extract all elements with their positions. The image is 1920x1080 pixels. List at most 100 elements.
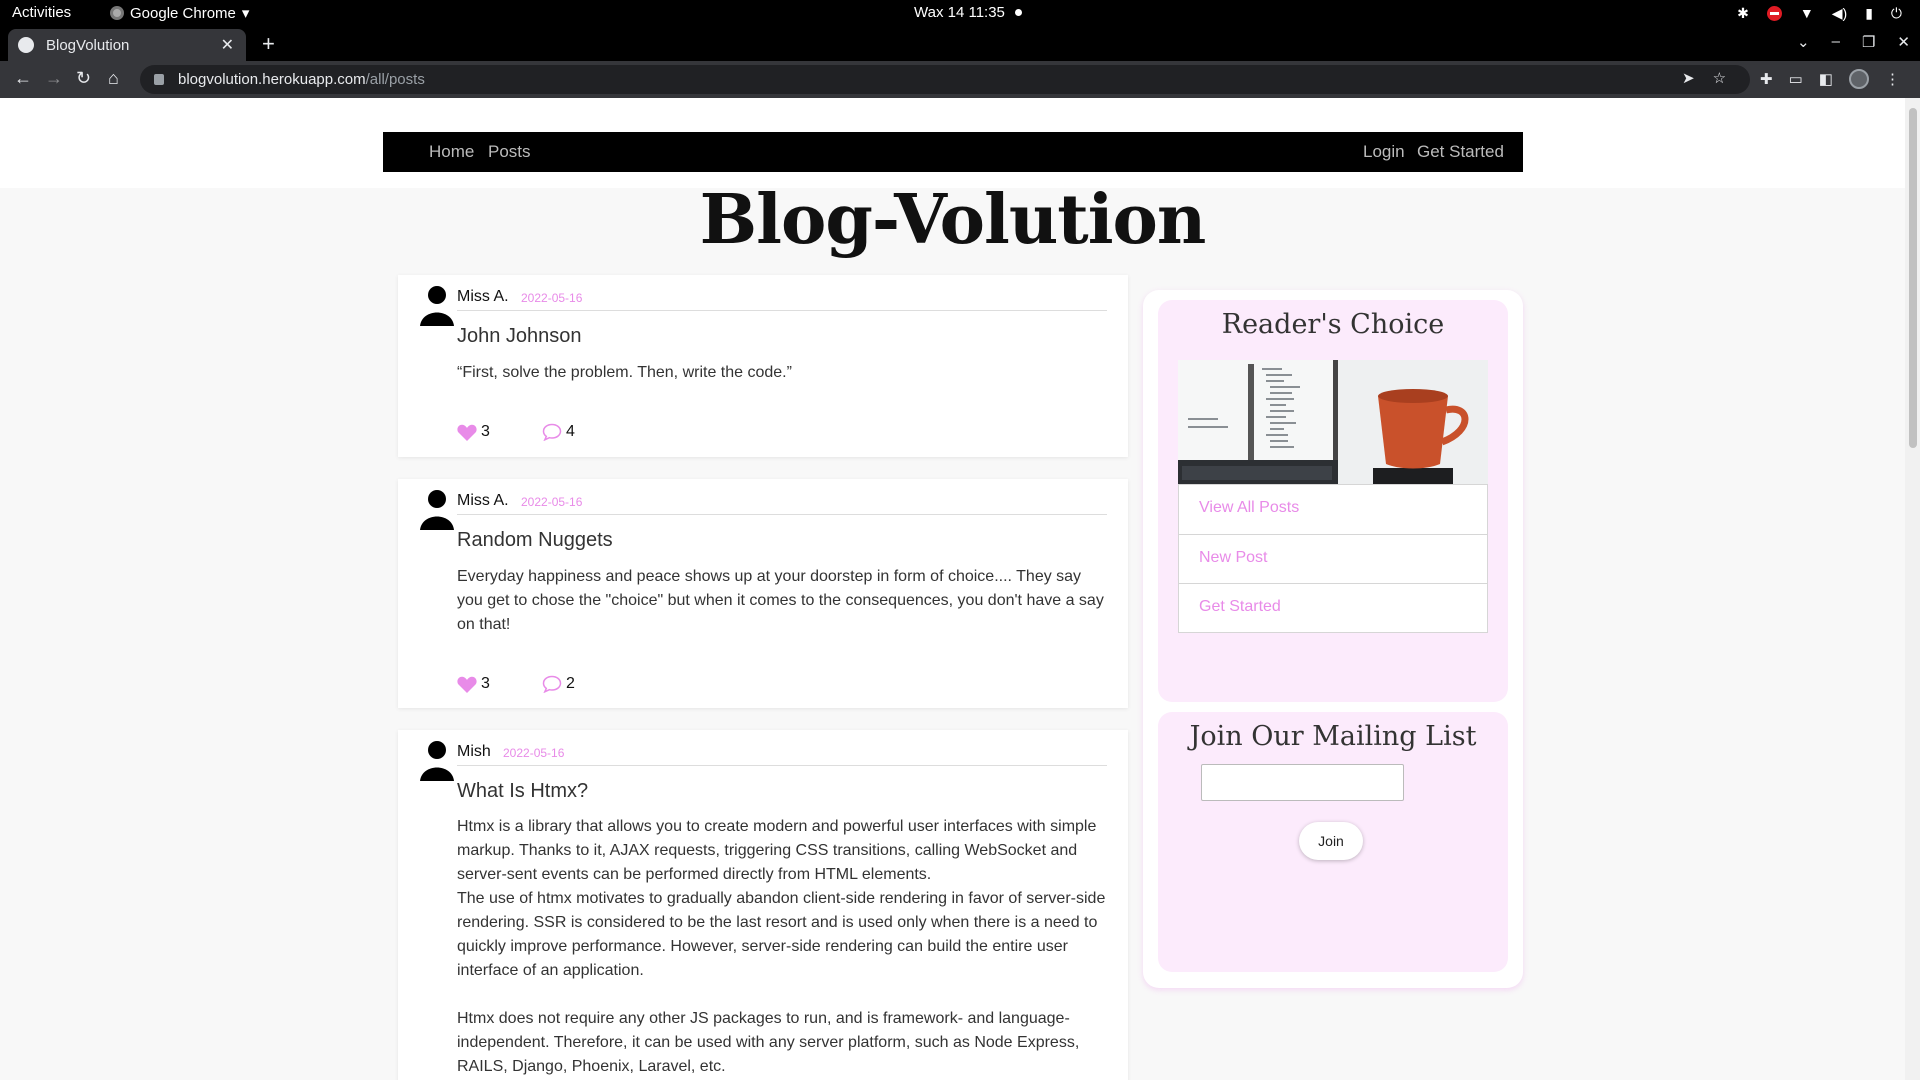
post-title[interactable]: What Is Htmx? xyxy=(457,780,588,803)
post-body: Htmx is a library that allows you to cre… xyxy=(457,815,1107,1079)
browser-tab[interactable]: BlogVolution ✕ xyxy=(8,29,246,61)
comment-button[interactable]: 2 xyxy=(542,675,575,693)
send-icon[interactable]: ➤ xyxy=(1682,69,1695,87)
post-author[interactable]: Mish xyxy=(457,743,491,761)
post-card[interactable]: Miss A. 2022-05-16 John Johnson “First, … xyxy=(398,275,1128,457)
cast-icon[interactable]: ▭ xyxy=(1789,70,1803,88)
close-window-icon[interactable]: ✕ xyxy=(1897,33,1910,51)
clock-label: Wax 14 11:35 xyxy=(914,4,1005,21)
post-title[interactable]: Random Nuggets xyxy=(457,529,613,552)
post-excerpt: “First, solve the problem. Then, write t… xyxy=(457,364,792,381)
app-menu-label: Google Chrome xyxy=(130,4,236,22)
wifi-icon: ▼ xyxy=(1799,5,1814,21)
system-tray[interactable]: ✱ ▼ ◀) ▮ ⏻ xyxy=(1737,4,1902,22)
side-panel-icon[interactable]: ◧ xyxy=(1819,70,1833,88)
like-count: 3 xyxy=(481,675,490,692)
site-navbar: Home Posts Login Get Started xyxy=(383,132,1523,172)
more-menu-icon[interactable]: ⋮ xyxy=(1885,70,1900,88)
tab-search-icon[interactable]: ⌄ xyxy=(1797,33,1810,51)
window-controls: ⌄ – ❐ ✕ xyxy=(1797,33,1910,51)
caret-down-icon: ▾ xyxy=(241,5,250,22)
notification-dot-icon xyxy=(1014,9,1022,16)
volume-icon: ◀) xyxy=(1831,5,1848,21)
post-author[interactable]: Miss A. xyxy=(457,492,509,510)
like-button[interactable]: 3 xyxy=(457,423,490,441)
user-avatar-icon xyxy=(420,741,454,781)
divider xyxy=(457,514,1107,515)
post-author[interactable]: Miss A. xyxy=(457,288,509,306)
url-host: blogvolution.herokuapp.com xyxy=(178,71,366,88)
readers-choice-links: View All Posts New Post Get Started xyxy=(1178,484,1488,633)
email-field[interactable] xyxy=(1201,764,1404,801)
browser-toolbar: ← → ↻ ⌂ blogvolution.herokuapp.com/all/p… xyxy=(0,61,1920,98)
extensions-icon[interactable]: ✚ xyxy=(1760,70,1773,88)
comment-icon xyxy=(542,423,562,441)
sidebar: Reader's Choice View All Posts New Post … xyxy=(1143,290,1523,988)
slack-icon: ✱ xyxy=(1737,5,1749,21)
power-icon: ⏻ xyxy=(1890,5,1902,21)
page-scrollbar[interactable] xyxy=(1905,98,1920,1080)
url-path: /all/posts xyxy=(365,71,425,88)
heart-icon xyxy=(457,676,477,693)
new-tab-icon[interactable]: + xyxy=(262,31,275,57)
comment-count: 4 xyxy=(566,423,575,440)
do-not-disturb-icon xyxy=(1766,5,1782,21)
os-top-bar: Activities Google Chrome ▾ Wax 14 11:35 … xyxy=(0,0,1920,27)
clock[interactable]: Wax 14 11:35 xyxy=(914,4,1022,21)
divider xyxy=(457,310,1107,311)
comment-button[interactable]: 4 xyxy=(542,423,575,441)
like-count: 3 xyxy=(481,423,490,440)
lock-icon[interactable] xyxy=(154,74,164,85)
post-paragraph: Htmx is a library that allows you to cre… xyxy=(457,818,1097,883)
activities-button[interactable]: Activities xyxy=(12,4,71,21)
address-bar[interactable]: blogvolution.herokuapp.com/all/posts xyxy=(140,65,1750,94)
nav-posts-link[interactable]: Posts xyxy=(488,142,531,162)
page-viewport: Home Posts Login Get Started Blog-Voluti… xyxy=(0,98,1905,1080)
post-date: 2022-05-16 xyxy=(521,291,583,305)
nav-get-started-link[interactable]: Get Started xyxy=(1417,142,1504,162)
user-avatar-icon xyxy=(420,286,454,326)
tab-title: BlogVolution xyxy=(46,36,130,54)
post-excerpt: Everyday happiness and peace shows up at… xyxy=(457,568,1104,633)
omnibox-actions: ➤ ☆ xyxy=(1682,69,1726,87)
post-date: 2022-05-16 xyxy=(503,746,565,760)
featured-post-image[interactable] xyxy=(1178,360,1488,484)
post-paragraph: The use of htmx motivates to gradually a… xyxy=(457,890,1106,979)
divider xyxy=(457,765,1107,766)
battery-icon: ▮ xyxy=(1865,5,1873,21)
post-card[interactable]: Mish 2022-05-16 What Is Htmx? Htmx is a … xyxy=(398,730,1128,1080)
readers-choice-heading: Reader's Choice xyxy=(1221,309,1445,340)
close-tab-icon[interactable]: ✕ xyxy=(221,35,234,55)
get-started-link[interactable]: Get Started xyxy=(1179,583,1487,632)
nav-login-link[interactable]: Login xyxy=(1363,142,1405,162)
tab-strip: BlogVolution ✕ + ⌄ – ❐ ✕ xyxy=(0,27,1920,61)
reload-icon[interactable]: ↻ xyxy=(76,68,91,88)
bookmark-star-icon[interactable]: ☆ xyxy=(1713,69,1726,87)
post-title[interactable]: John Johnson xyxy=(457,325,582,348)
chrome-icon xyxy=(110,6,124,20)
post-card[interactable]: Miss A. 2022-05-16 Random Nuggets Everyd… xyxy=(398,479,1128,708)
scrollbar-thumb[interactable] xyxy=(1909,108,1917,448)
like-button[interactable]: 3 xyxy=(457,675,490,693)
heart-icon xyxy=(457,424,477,441)
favicon-icon xyxy=(18,37,34,53)
app-menu[interactable]: Google Chrome ▾ xyxy=(110,4,249,22)
minimize-icon[interactable]: – xyxy=(1832,33,1840,51)
nav-home-link[interactable]: Home xyxy=(429,142,474,162)
back-icon[interactable]: ← xyxy=(14,68,32,88)
restore-icon[interactable]: ❐ xyxy=(1862,33,1875,51)
user-avatar-icon xyxy=(420,490,454,530)
new-post-link[interactable]: New Post xyxy=(1179,534,1487,583)
post-date: 2022-05-16 xyxy=(521,495,583,509)
mailing-list-card: Join Our Mailing List Join xyxy=(1158,712,1508,972)
profile-avatar-icon[interactable] xyxy=(1848,69,1869,89)
forward-icon[interactable]: → xyxy=(45,68,63,88)
view-all-posts-link[interactable]: View All Posts xyxy=(1179,485,1487,534)
comment-count: 2 xyxy=(566,675,575,692)
join-button[interactable]: Join xyxy=(1299,822,1363,860)
post-paragraph: Htmx does not require any other JS packa… xyxy=(457,1010,1080,1075)
toolbar-actions: ✚ ▭ ◧ ⋮ xyxy=(1760,69,1900,89)
laptop-coffee-image xyxy=(1178,360,1488,484)
mailing-list-heading: Join Our Mailing List xyxy=(1189,721,1477,752)
home-icon[interactable]: ⌂ xyxy=(108,68,119,88)
